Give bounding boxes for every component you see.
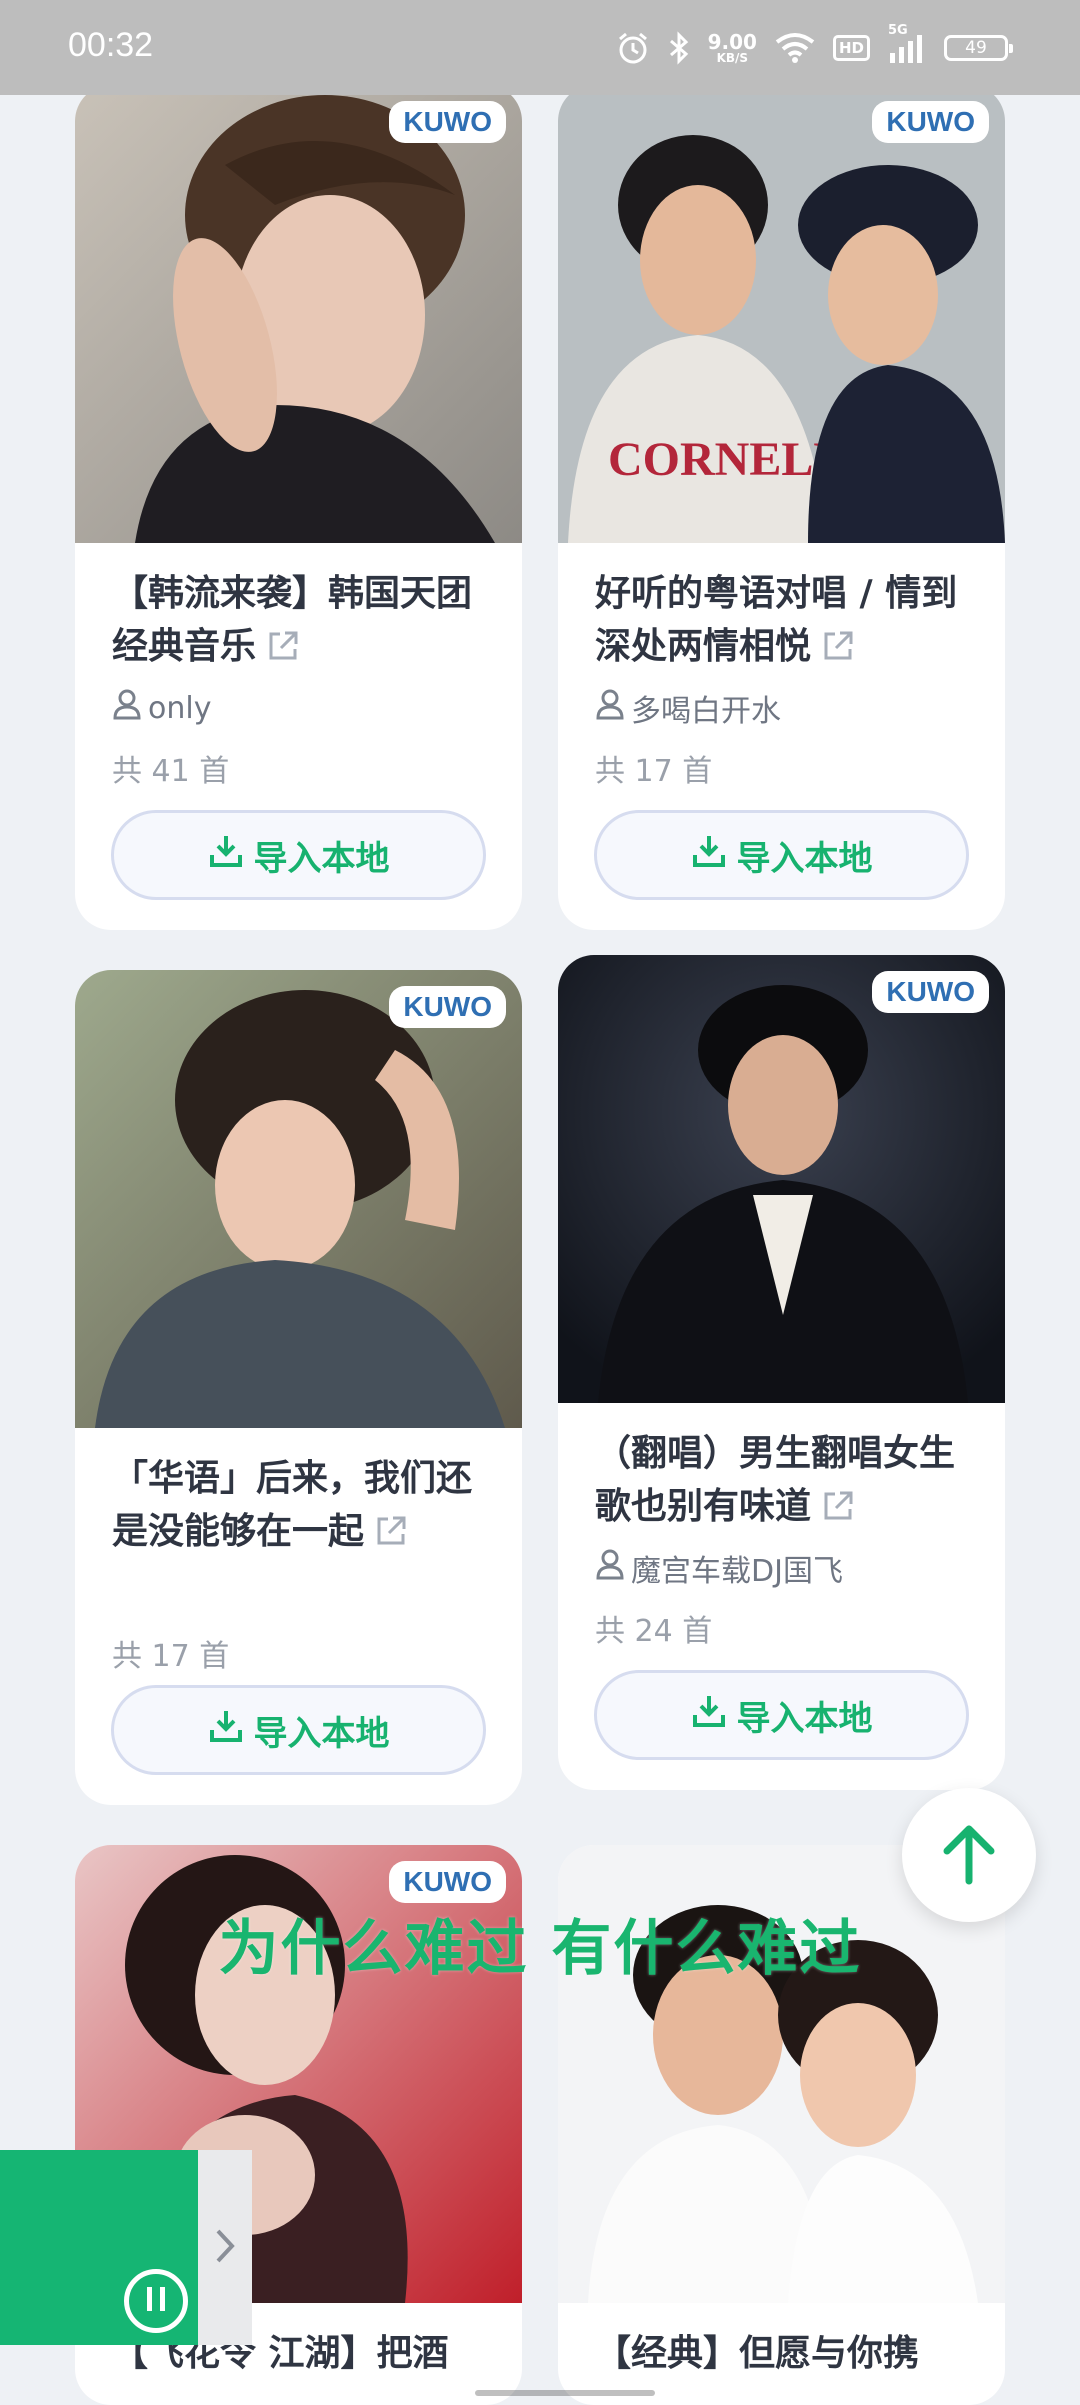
user-icon: [112, 688, 142, 728]
user-icon: [595, 688, 625, 728]
download-icon: [208, 1708, 244, 1753]
import-local-button[interactable]: 导入本地: [111, 1685, 486, 1775]
mini-player[interactable]: [0, 2150, 198, 2345]
playlist-card[interactable]: KUWO 【韩流来袭】韩国天团经典音乐 only 共 41 首 导入本地: [75, 85, 522, 930]
svg-text:CORNELL: CORNELL: [608, 433, 845, 486]
playlist-title[interactable]: 【韩流来袭】韩国天团经典音乐: [112, 567, 492, 678]
download-icon: [691, 1693, 727, 1738]
mini-player-expand-handle[interactable]: [198, 2150, 252, 2345]
playlist-card[interactable]: KUWO 「华语」后来，我们还是没能够在一起 共 17 首 导入本地: [75, 970, 522, 1805]
import-local-button[interactable]: 导入本地: [111, 810, 486, 900]
playlist-cover[interactable]: KUWO: [75, 970, 522, 1428]
playlist-title[interactable]: 【经典】但愿与你携: [595, 2327, 975, 2380]
status-time: 00:32: [68, 26, 154, 64]
download-icon: [691, 833, 727, 878]
status-bar: 00:32 9.00 KB/S HD 5G 49: [0, 0, 1080, 95]
status-icons: 9.00 KB/S HD 5G 49: [616, 23, 1013, 70]
track-count: 共 41 首: [112, 754, 230, 789]
playlist-title[interactable]: 「华语」后来，我们还是没能够在一起: [112, 1452, 492, 1563]
hd-badge: HD: [832, 35, 870, 61]
import-local-button[interactable]: 导入本地: [594, 1670, 969, 1760]
playlist-cover[interactable]: KUWO: [558, 955, 1005, 1403]
track-count: 共 17 首: [595, 754, 713, 789]
import-local-button[interactable]: 导入本地: [594, 810, 969, 900]
playlist-title[interactable]: （翻唱）男生翻唱女生歌也别有味道: [595, 1427, 975, 1538]
wifi-icon: [775, 32, 815, 64]
alarm-icon: [616, 31, 650, 65]
playlist-creator: only: [112, 688, 492, 728]
track-count: 共 24 首: [595, 1614, 713, 1649]
external-link-icon[interactable]: [266, 625, 300, 678]
playlist-card[interactable]: KUWO （翻唱）男生翻唱女生歌也别有味道 魔宫车载DJ国飞 共 24 首 导入…: [558, 955, 1005, 1790]
track-count: 共 17 首: [112, 1639, 230, 1674]
playlist-cover[interactable]: CORNELL KUWO: [558, 85, 1005, 543]
chevron-right-icon: [213, 2226, 237, 2270]
signal-icon: 5G: [888, 23, 926, 65]
arrow-up-icon: [939, 1821, 999, 1889]
external-link-icon[interactable]: [821, 625, 855, 678]
net-speed: 9.00 KB/S: [707, 30, 757, 65]
home-indicator: [475, 2390, 655, 2396]
playlist-creator: 魔宫车载DJ国飞: [595, 1548, 975, 1589]
source-badge: KUWO: [389, 1861, 506, 1903]
playlist-grid: KUWO 【韩流来袭】韩国天团经典音乐 only 共 41 首 导入本地 COR…: [37, 85, 1043, 2405]
source-badge: KUWO: [872, 101, 989, 143]
source-badge: KUWO: [872, 971, 989, 1013]
download-icon: [208, 833, 244, 878]
playlist-creator: 多喝白开水: [595, 688, 975, 729]
playlist-title[interactable]: 好听的粤语对唱 / 情到深处两情相悦: [595, 567, 975, 678]
playlist-cover[interactable]: KUWO: [75, 85, 522, 543]
pause-icon: [144, 2285, 168, 2317]
floating-lyric: 为什么难过 有什么难过: [218, 1914, 862, 1984]
battery-icon: 49: [944, 35, 1013, 61]
pause-button[interactable]: [124, 2269, 188, 2333]
source-badge: KUWO: [389, 986, 506, 1028]
playlist-creator: [112, 1573, 492, 1613]
external-link-icon[interactable]: [821, 1485, 855, 1538]
bluetooth-icon: [668, 31, 690, 65]
user-icon: [595, 1548, 625, 1588]
playlist-card[interactable]: CORNELL KUWO 好听的粤语对唱 / 情到深处两情相悦 多喝白开水 共 …: [558, 85, 1005, 930]
external-link-icon[interactable]: [374, 1510, 408, 1563]
source-badge: KUWO: [389, 101, 506, 143]
